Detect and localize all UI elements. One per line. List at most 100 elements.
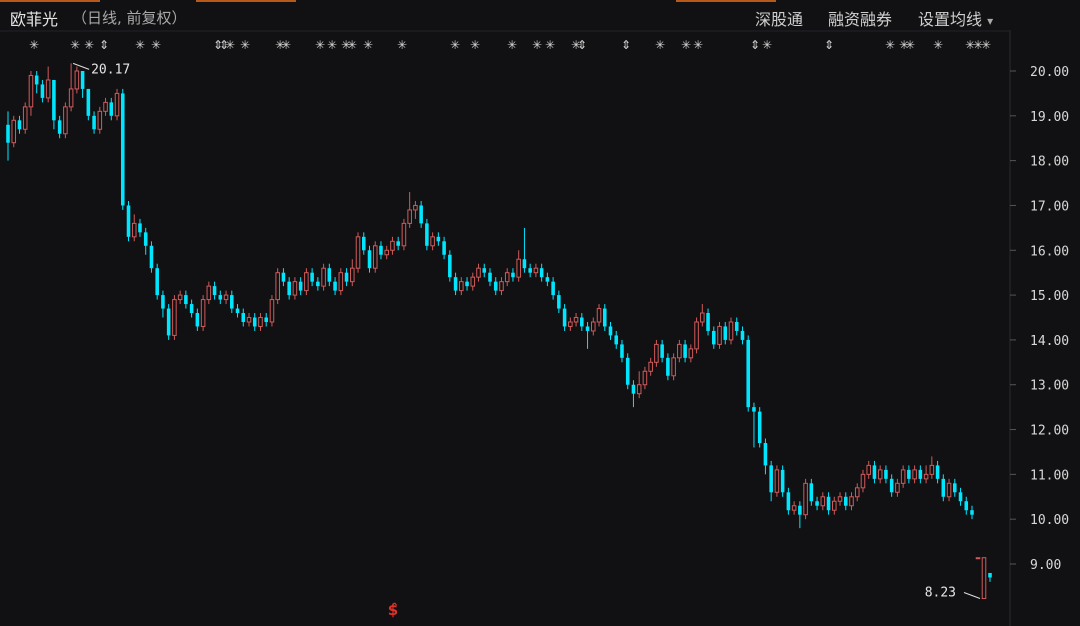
candle-body — [849, 496, 854, 507]
candle-body — [596, 308, 602, 323]
low-price-label: 8.23 — [925, 586, 956, 601]
candle-body — [660, 344, 664, 358]
candle-body — [344, 272, 349, 282]
candle-body — [625, 357, 630, 385]
candle-body — [97, 110, 103, 130]
candle-body — [889, 478, 894, 493]
y-tick-label: 14.00 — [1030, 334, 1069, 349]
event-star-icon: ✳ — [327, 38, 337, 52]
candle-body — [614, 335, 619, 345]
candle-body — [281, 272, 286, 282]
candle-body — [298, 281, 303, 291]
event-star-icon: ✳ — [507, 38, 517, 52]
candle-body — [723, 326, 728, 340]
candle-body — [511, 272, 515, 278]
candle-body — [367, 250, 372, 269]
candle-body — [149, 245, 154, 269]
candle-body — [453, 277, 458, 291]
candle-body — [333, 281, 337, 291]
candle-body — [470, 276, 476, 287]
candle-body — [316, 281, 320, 287]
candle-body — [68, 88, 74, 108]
candle-body — [671, 357, 676, 377]
event-star-icon: ✳ — [135, 38, 145, 52]
event-star-icon: ✳ — [545, 38, 555, 52]
candle-body — [287, 281, 291, 296]
candle-body — [459, 281, 464, 292]
candle-body — [636, 384, 642, 395]
candle-body — [522, 259, 527, 269]
high-price-label: 20.17 — [91, 62, 130, 77]
candle-body — [390, 240, 395, 251]
candle-body — [964, 501, 969, 511]
candle-body — [941, 478, 946, 497]
candle-body — [763, 442, 768, 466]
candle-body — [929, 464, 935, 475]
candle-body — [212, 286, 217, 296]
event-star-icon: ✳ — [762, 38, 772, 52]
candle-body — [155, 268, 159, 296]
candle-body — [189, 304, 194, 314]
candle-body — [533, 267, 539, 274]
event-arrow-icon: ⇕ — [824, 38, 834, 52]
candle-body — [717, 325, 722, 345]
event-arrow-icon: ⇕ — [577, 38, 587, 52]
candle-body — [688, 348, 694, 359]
candle-body — [448, 254, 452, 278]
candle-body — [246, 317, 252, 323]
candle-body — [791, 505, 797, 511]
candle-body — [258, 317, 263, 327]
candle-body — [568, 321, 573, 327]
y-tick-label: 19.00 — [1030, 110, 1069, 125]
candle-body — [683, 344, 687, 358]
candle-body — [854, 487, 860, 498]
candle-body — [304, 272, 309, 292]
event-star-icon: ✳ — [29, 38, 39, 52]
y-tick-label: 16.00 — [1030, 244, 1069, 259]
candle-body — [631, 384, 636, 394]
candle-body — [114, 92, 120, 117]
candle-body — [602, 308, 607, 327]
event-star-icon: ✳ — [70, 38, 80, 52]
candle-body — [235, 308, 240, 314]
low-pointer — [963, 592, 981, 599]
event-arrow-icon: ⇕ — [750, 38, 760, 52]
event-arrow-icon: ⇕ — [219, 38, 229, 52]
candle-body — [551, 281, 555, 296]
candle-body — [585, 326, 590, 331]
candle-body — [327, 268, 332, 282]
candle-body — [872, 465, 877, 479]
candle-body — [677, 343, 682, 359]
candle-body — [666, 357, 670, 376]
candle-body — [292, 281, 298, 296]
candle-body — [200, 299, 206, 327]
candle-body — [798, 505, 802, 515]
candle-body — [241, 313, 246, 322]
candle-body — [384, 249, 389, 256]
event-star-icon: ✳ — [240, 38, 250, 52]
event-arrow-icon: ⇕ — [621, 38, 631, 52]
event-star-icon: ✳ — [397, 38, 407, 52]
candle-body — [430, 236, 435, 247]
candle-body — [545, 277, 550, 282]
candle-body — [131, 222, 137, 238]
candle-body — [504, 272, 510, 283]
candle-body — [476, 267, 481, 278]
candle-body — [746, 339, 750, 408]
candle-body — [57, 120, 62, 134]
candle-body — [700, 312, 705, 323]
dividend-marker-icon: $̂ — [388, 601, 398, 619]
candle-body — [177, 294, 183, 301]
candle-body — [734, 321, 739, 331]
candle-body — [988, 572, 992, 578]
candle-body — [953, 483, 957, 493]
candle-body — [706, 313, 710, 331]
event-star-icon: ✳ — [347, 38, 357, 52]
candle-body — [401, 222, 407, 247]
candle-body — [338, 272, 344, 292]
candlestick-chart[interactable]: ✳ ✳ ✳ ✳ ✳ ✳ ✳ ✳✳ ✳ ✳ ✳✳ ✳ ✳ ✳ ✳ ✳ ✳ ✳ ✳ ✳ ✳ ✳ ✳ ✳ ✳✳ ✳ ✳✳✳⇕ ⇕⇕ ⇕ ⇕ ⇕ ⇕$… — [0, 0, 1080, 626]
candle-body — [958, 492, 963, 502]
y-tick-label: 20.00 — [1030, 65, 1069, 80]
candle-body — [832, 500, 837, 511]
candle-body — [161, 295, 165, 309]
